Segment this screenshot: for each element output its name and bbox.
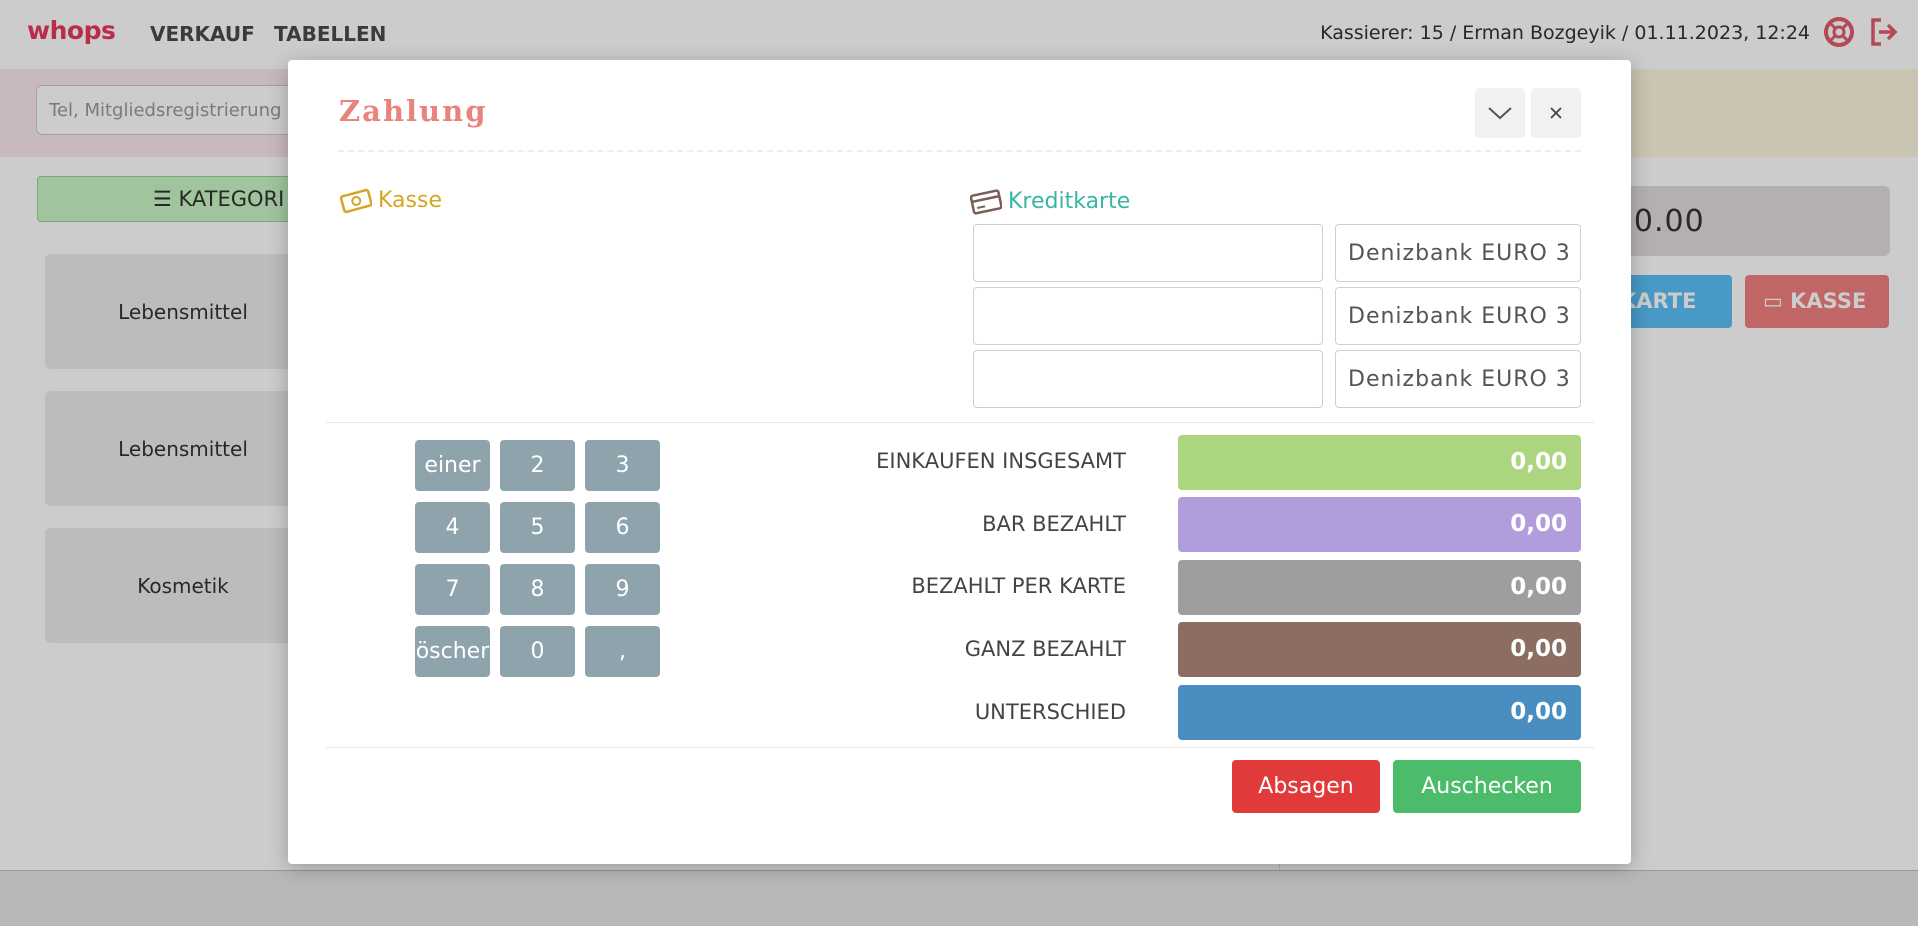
keypad-key[interactable]: 0 xyxy=(500,626,575,677)
keypad-key[interactable]: 7 xyxy=(415,564,490,615)
chevron-down-icon xyxy=(1488,107,1512,120)
close-icon xyxy=(1550,107,1562,119)
keypad-key[interactable]: 4 xyxy=(415,502,490,553)
credit-card-icon xyxy=(970,189,1002,215)
summary-label: GANZ BEZAHLT xyxy=(964,637,1126,661)
keypad-key[interactable]: 2 xyxy=(500,440,575,491)
card-amount-input[interactable] xyxy=(973,287,1323,345)
keypad-key[interactable]: 3 xyxy=(585,440,660,491)
summary-label: EINKAUFEN INSGESAMT xyxy=(876,449,1126,473)
bank-select[interactable]: Denizbank EURO 3 xyxy=(1335,287,1581,345)
keypad-key[interactable]: 9 xyxy=(585,564,660,615)
cancel-button[interactable]: Absagen xyxy=(1232,760,1380,813)
summary-value: 0,00 xyxy=(1178,685,1581,740)
summary-label: UNTERSCHIED xyxy=(974,700,1126,724)
header-divider xyxy=(338,150,1581,152)
summary-label: BAR BEZAHLT xyxy=(982,512,1126,536)
collapse-button[interactable] xyxy=(1475,88,1525,138)
kreditkarte-label-text: Kreditkarte xyxy=(1008,188,1131,214)
section-divider xyxy=(326,422,1594,423)
keypad-key[interactable]: einer xyxy=(415,440,490,491)
footer-divider xyxy=(326,747,1594,748)
bank-select[interactable]: Denizbank EURO 3 xyxy=(1335,350,1581,408)
keypad-delete-key[interactable]: öscher xyxy=(415,626,490,677)
cash-icon xyxy=(340,188,372,213)
kasse-section-label: Kasse xyxy=(340,187,442,213)
kreditkarte-section-label: Kreditkarte xyxy=(970,187,1130,215)
summary-label: BEZAHLT PER KARTE xyxy=(911,574,1126,598)
keypad-key[interactable]: 8 xyxy=(500,564,575,615)
summary-value: 0,00 xyxy=(1178,435,1581,490)
summary-value: 0,00 xyxy=(1178,560,1581,615)
keypad-key[interactable]: 5 xyxy=(500,502,575,553)
kasse-label-text: Kasse xyxy=(378,187,442,213)
close-button[interactable] xyxy=(1531,88,1581,138)
card-amount-input[interactable] xyxy=(973,350,1323,408)
summary-value: 0,00 xyxy=(1178,497,1581,552)
summary-value: 0,00 xyxy=(1178,622,1581,677)
payment-modal: Zahlung Kasse Kreditkarte Denizbank EURO… xyxy=(288,60,1631,864)
keypad-decimal-key[interactable]: , xyxy=(585,626,660,677)
bank-select[interactable]: Denizbank EURO 3 xyxy=(1335,224,1581,282)
checkout-button[interactable]: Auschecken xyxy=(1393,760,1581,813)
modal-title: Zahlung xyxy=(339,94,488,128)
keypad-key[interactable]: 6 xyxy=(585,502,660,553)
card-amount-input[interactable] xyxy=(973,224,1323,282)
